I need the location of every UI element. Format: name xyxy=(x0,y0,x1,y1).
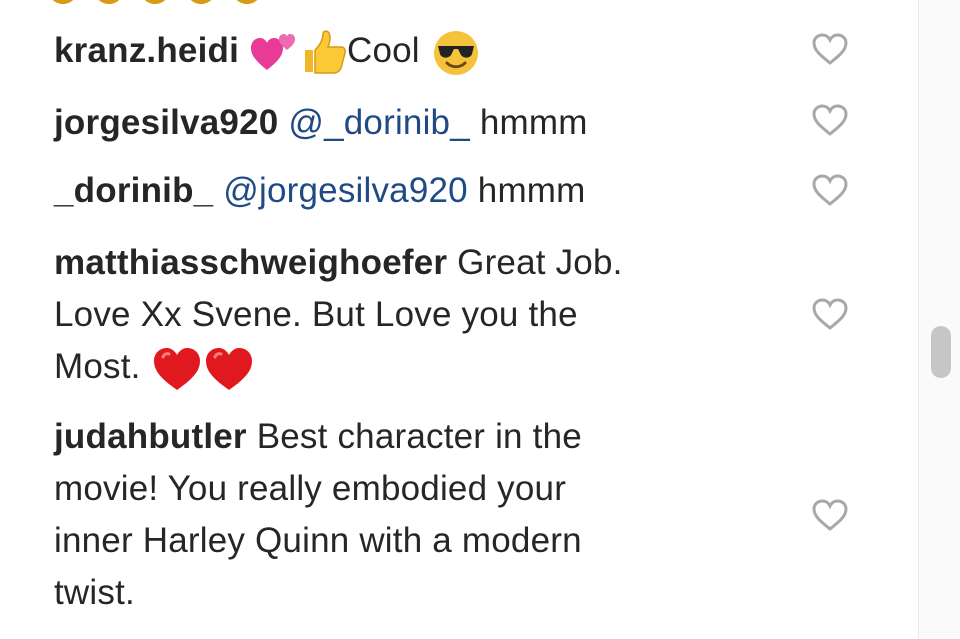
like-heart-icon[interactable] xyxy=(811,297,849,331)
comment-text-line: Best character in the xyxy=(256,417,582,456)
clapping-hands-icon xyxy=(140,0,170,4)
comment-username[interactable]: judahbutler xyxy=(54,417,247,456)
like-heart-icon[interactable] xyxy=(811,173,849,207)
sunglasses-face-icon xyxy=(430,29,482,77)
comment-username[interactable]: _dorinib_ xyxy=(54,171,213,210)
comment-username[interactable]: matthiasschweighoefer xyxy=(54,243,447,282)
two-hearts-icon xyxy=(249,32,299,74)
scrollbar-thumb[interactable] xyxy=(931,326,951,378)
like-heart-icon[interactable] xyxy=(811,103,849,137)
comment-text: Cool xyxy=(346,31,420,70)
comment-text-line: Most. xyxy=(54,347,141,386)
comment-item: matthiasschweighoefer Great Job. Love Xx… xyxy=(54,237,754,393)
clapping-hands-icon xyxy=(94,0,124,4)
thumbs-up-icon xyxy=(299,30,347,76)
red-heart-icon xyxy=(151,345,203,393)
scrollbar-track[interactable] xyxy=(918,0,960,639)
comment-text-line: inner Harley Quinn with a modern xyxy=(54,521,582,560)
like-heart-icon[interactable] xyxy=(811,32,849,66)
comments-panel: kranz.heidi Cool jorgesilva920 @_dorinib… xyxy=(0,0,918,639)
clapping-hands-icon xyxy=(186,0,216,4)
comment-text-line: twist. xyxy=(54,573,135,612)
red-heart-icon xyxy=(203,345,255,393)
comment-text: hmmm xyxy=(479,103,588,142)
comment-text-line: Great Job. xyxy=(457,243,623,282)
clapping-hands-icon xyxy=(48,0,78,4)
comment-item: kranz.heidi Cool xyxy=(54,25,754,77)
comment-text-line: Love Xx Svene. But Love you the xyxy=(54,295,578,334)
comment-mention[interactable]: @_dorinib_ xyxy=(288,103,470,142)
clapping-hands-icon xyxy=(232,0,262,4)
comment-text: hmmm xyxy=(477,171,586,210)
comment-item: jorgesilva920 @_dorinib_ hmmm xyxy=(54,97,754,149)
comment-item: judahbutler Best character in the movie!… xyxy=(54,411,754,619)
comment-item: _dorinib_ @jorgesilva920 hmmm xyxy=(54,165,754,217)
comment-text-line: movie! You really embodied your xyxy=(54,469,567,508)
comment-username[interactable]: kranz.heidi xyxy=(54,31,239,70)
like-heart-icon[interactable] xyxy=(811,498,849,532)
comment-mention[interactable]: @jorgesilva920 xyxy=(223,171,468,210)
previous-comment-emoji-row xyxy=(48,0,262,10)
comment-username[interactable]: jorgesilva920 xyxy=(54,103,278,142)
